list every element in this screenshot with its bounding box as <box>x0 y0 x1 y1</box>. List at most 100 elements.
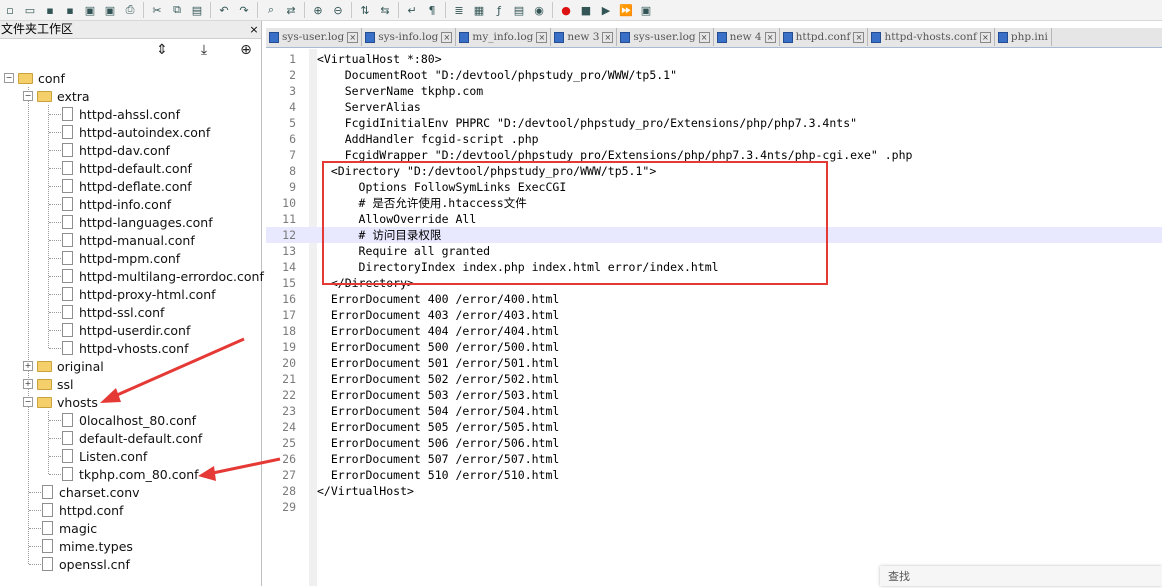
tab-close-icon[interactable]: × <box>979 31 991 43</box>
tree-item-tkphp-com-80-conf[interactable]: tkphp.com_80.conf <box>62 465 199 483</box>
folder-workspace-icon[interactable]: ▤ <box>511 2 527 18</box>
tree-item-listen-conf[interactable]: Listen.conf <box>62 447 147 465</box>
play-macro-icon[interactable]: ▶ <box>598 2 614 18</box>
sync-v-icon[interactable]: ⇅ <box>357 2 373 18</box>
indent-guide-icon[interactable]: ≣ <box>451 2 467 18</box>
file-icon <box>62 179 73 193</box>
tree-item-openssl-cnf[interactable]: openssl.cnf <box>42 555 130 573</box>
code-line: 29 <box>266 499 1162 515</box>
open-file-icon[interactable]: ▭ <box>22 2 38 18</box>
new-file-icon[interactable]: ▫ <box>2 2 18 18</box>
tree-item-httpd-userdir-conf[interactable]: httpd-userdir.conf <box>62 321 190 339</box>
add-folder-icon[interactable]: ⊕ <box>237 42 255 58</box>
tree-item-label: httpd-info.conf <box>79 196 172 212</box>
toolbar-separator <box>398 2 399 18</box>
tree-item-default-default-conf[interactable]: default-default.conf <box>62 429 202 447</box>
tab-sys-user-log[interactable]: sys-user.log × <box>266 28 363 46</box>
tree-item-ssl[interactable]: + ssl <box>23 375 74 393</box>
tree-item-0localhost-80-conf[interactable]: 0localhost_80.conf <box>62 411 196 429</box>
code-editor[interactable]: 1 <VirtualHost *:80> 2 DocumentRoot "D:/de… <box>266 49 1162 586</box>
tree-item-httpd-dav-conf[interactable]: httpd-dav.conf <box>62 141 170 159</box>
file-icon <box>62 107 73 121</box>
tree-connector <box>49 474 61 475</box>
tab-close-icon[interactable]: × <box>602 31 614 43</box>
collapse-all-icon[interactable]: ⤓ <box>195 42 213 58</box>
document-icon <box>871 31 882 43</box>
undo-icon[interactable]: ↶ <box>216 2 232 18</box>
monitor-icon[interactable]: ◉ <box>531 2 547 18</box>
tree-item-httpd-autoindex-conf[interactable]: httpd-autoindex.conf <box>62 123 210 141</box>
tab-my-info-log[interactable]: my_info.log × <box>456 28 552 46</box>
tab-sys-user-log[interactable]: sys-user.log × <box>617 28 714 46</box>
record-macro-icon[interactable]: ● <box>558 2 574 18</box>
tree-item-httpd-ahssl-conf[interactable]: httpd-ahssl.conf <box>62 105 180 123</box>
replace-icon[interactable]: ⇄ <box>283 2 299 18</box>
collapse-icon[interactable]: − <box>23 397 33 407</box>
paste-icon[interactable]: ▤ <box>189 2 205 18</box>
tree-item-httpd-mpm-conf[interactable]: httpd-mpm.conf <box>62 249 180 267</box>
tree-item-httpd-proxy-html-conf[interactable]: httpd-proxy-html.conf <box>62 285 216 303</box>
zoom-out-icon[interactable]: ⊖ <box>330 2 346 18</box>
tab-close-icon[interactable]: × <box>853 31 865 43</box>
find-label: 查找 <box>888 570 910 583</box>
cut-icon[interactable]: ✂ <box>149 2 165 18</box>
word-wrap-icon[interactable]: ↵ <box>404 2 420 18</box>
tree-item-label: vhosts <box>57 394 98 410</box>
redo-icon[interactable]: ↷ <box>236 2 252 18</box>
panel-close-icon[interactable]: × <box>247 21 261 38</box>
tree-item-magic[interactable]: magic <box>42 519 97 537</box>
tab-new-4[interactable]: new 4 × <box>714 28 780 46</box>
find-bar[interactable]: 查找 <box>880 566 1162 586</box>
tree-item-extra[interactable]: − extra <box>23 87 90 105</box>
tree-item-httpd-manual-conf[interactable]: httpd-manual.conf <box>62 231 195 249</box>
save-all-icon[interactable]: ▪ <box>62 2 78 18</box>
save-icon[interactable]: ▪ <box>42 2 58 18</box>
tree-item-conf[interactable]: − conf <box>4 69 65 87</box>
stop-macro-icon[interactable]: ■ <box>578 2 594 18</box>
tree-item-httpd-conf[interactable]: httpd.conf <box>42 501 123 519</box>
tree-item-httpd-default-conf[interactable]: httpd-default.conf <box>62 159 192 177</box>
copy-icon[interactable]: ⧉ <box>169 2 185 18</box>
close-all-icon[interactable]: ▣ <box>102 2 118 18</box>
expand-collapse-icon[interactable]: ⇕ <box>153 42 171 58</box>
collapse-icon[interactable]: − <box>4 73 14 83</box>
tree-item-original[interactable]: + original <box>23 357 104 375</box>
tab-php-ini[interactable]: php.ini <box>995 28 1052 46</box>
tab-httpd-vhosts-conf[interactable]: httpd-vhosts.conf × <box>868 28 995 46</box>
line-number: 12 <box>282 228 296 242</box>
tab-close-icon[interactable]: × <box>536 31 548 43</box>
tree-item-httpd-multilang-errordoc-conf[interactable]: httpd-multilang-errordoc.conf <box>62 267 264 285</box>
tab-close-icon[interactable]: × <box>764 31 776 43</box>
tab-sys-info-log[interactable]: sys-info.log × <box>362 28 457 46</box>
tree-connector <box>49 438 61 439</box>
tree-item-httpd-vhosts-conf[interactable]: httpd-vhosts.conf <box>62 339 188 357</box>
doc-map-icon[interactable]: ▦ <box>471 2 487 18</box>
expand-icon[interactable]: + <box>23 379 33 389</box>
tab-close-icon[interactable]: × <box>441 31 453 43</box>
tab-close-icon[interactable]: × <box>698 31 710 43</box>
tab-new-3[interactable]: new 3 × <box>551 28 618 46</box>
close-icon[interactable]: ▣ <box>82 2 98 18</box>
tree-item-httpd-languages-conf[interactable]: httpd-languages.conf <box>62 213 213 231</box>
find-icon[interactable]: ⌕ <box>263 2 279 18</box>
tree-item-mime-types[interactable]: mime.types <box>42 537 133 555</box>
tree-item-charset-conv[interactable]: charset.conv <box>42 483 140 501</box>
tree-item-httpd-deflate-conf[interactable]: httpd-deflate.conf <box>62 177 192 195</box>
sync-h-icon[interactable]: ⇆ <box>377 2 393 18</box>
run-macro-multi-icon[interactable]: ⏩ <box>618 2 634 18</box>
tree-item-vhosts[interactable]: − vhosts <box>23 393 98 411</box>
code-line: 6 AddHandler fcgid-script .php <box>266 131 1162 147</box>
file-icon <box>62 251 73 265</box>
tab-close-icon[interactable]: × <box>347 31 359 43</box>
function-list-icon[interactable]: ƒ <box>491 2 507 18</box>
expand-icon[interactable]: + <box>23 361 33 371</box>
tree-item-httpd-info-conf[interactable]: httpd-info.conf <box>62 195 171 213</box>
show-all-icon[interactable]: ¶ <box>424 2 440 18</box>
line-number: 14 <box>282 260 296 274</box>
tab-httpd-conf[interactable]: httpd.conf × <box>780 28 869 46</box>
tree-item-httpd-ssl-conf[interactable]: httpd-ssl.conf <box>62 303 164 321</box>
collapse-icon[interactable]: − <box>23 91 33 101</box>
save-macro-icon[interactable]: ▣ <box>638 2 654 18</box>
zoom-in-icon[interactable]: ⊕ <box>310 2 326 18</box>
print-icon[interactable]: ⎙ <box>122 2 138 18</box>
